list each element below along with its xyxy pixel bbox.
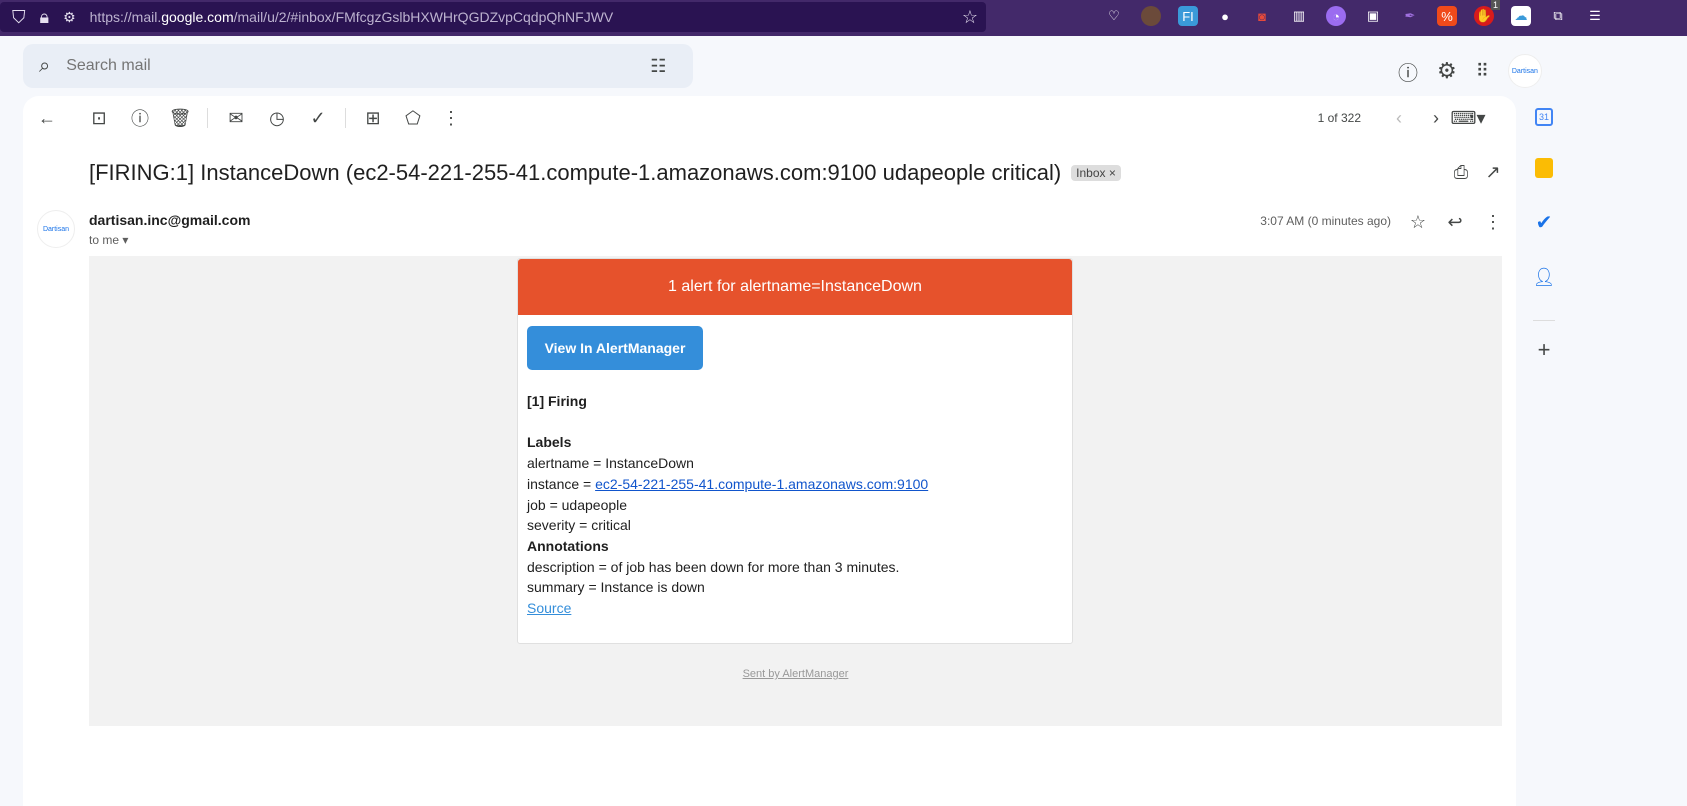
recipients-text: to me (89, 233, 120, 247)
email-body: 1 alert for alertname=InstanceDown View … (89, 256, 1502, 726)
add-addon-plus-icon[interactable]: + (1538, 337, 1551, 363)
extension-avatar-icon[interactable] (1141, 6, 1161, 26)
more-options-icon[interactable]: ⋮ (1481, 210, 1505, 234)
extension-feather-icon[interactable]: ✒ (1400, 6, 1420, 26)
extension-fence-icon[interactable]: ▥ (1289, 6, 1309, 26)
url-suffix: /mail/u/2/#inbox/FMfcgzGslbHXWHrQGDZvpCq… (233, 9, 614, 25)
bookmark-star-icon[interactable]: ☆ (962, 7, 978, 28)
instance-prefix: instance = (527, 475, 596, 492)
open-new-window-icon[interactable]: ↗ (1481, 160, 1505, 184)
sent-by-link[interactable]: Sent by AlertManager (89, 668, 1502, 680)
extension-fi-icon[interactable]: FI (1178, 6, 1198, 26)
move-to-folder-icon[interactable]: ⊞ (361, 106, 385, 130)
extension-percent-icon[interactable]: % (1437, 6, 1457, 26)
extension-window-icon[interactable]: ▣ (1363, 6, 1383, 26)
sender-email[interactable]: dartisan.inc@gmail.com (89, 212, 250, 228)
sender-avatar: Dartisan (37, 210, 75, 248)
url-text[interactable]: https://mail.google.com/mail/u/2/#inbox/… (90, 9, 614, 25)
extension-clock-icon[interactable]: ◔ (1326, 6, 1346, 26)
pagination-count: 1 of 322 (1317, 111, 1361, 125)
back-arrow-icon[interactable]: ← (35, 106, 59, 130)
source-link[interactable]: Source (527, 600, 571, 616)
inbox-label-badge: Inbox × (1071, 165, 1121, 181)
instance-link[interactable]: ec2-54-221-255-41.compute-1.amazonaws.co… (595, 476, 928, 492)
archive-icon[interactable]: ⊡ (87, 106, 111, 130)
label-text: Inbox (1076, 166, 1106, 180)
menu-hamburger-icon[interactable]: ☰ (1585, 6, 1605, 26)
sender-avatar-text: Dartisan (42, 225, 70, 233)
permissions-icon[interactable]: ⚙ (63, 9, 76, 26)
search-input[interactable] (66, 57, 607, 75)
email-subject: [FIRING:1] InstanceDown (ec2-54-221-255-… (89, 160, 1121, 186)
label-job: job = udapeople (527, 496, 628, 513)
extension-balls-icon[interactable]: ● (1215, 6, 1235, 26)
extensions-puzzle-icon[interactable]: ⧉ (1548, 6, 1568, 26)
snooze-clock-icon[interactable]: ◷ (265, 106, 289, 130)
divider (207, 108, 208, 128)
extensions-bar: ♡ FI ● ◙ ▥ ◔ ▣ ✒ % ✋ 1 ☁ ⧉ ☰ (1104, 0, 1605, 26)
contacts-icon[interactable]: 👤︎ (1533, 267, 1556, 288)
search-bar: ⌕ ☷ (23, 44, 693, 88)
more-vertical-icon[interactable]: ⋮ (439, 106, 463, 130)
mark-unread-mail-icon[interactable]: ✉ (224, 106, 248, 130)
remove-label-button[interactable]: × (1109, 166, 1116, 180)
search-icon[interactable]: ⌕ (39, 55, 50, 78)
add-task-icon[interactable]: ✓ (306, 106, 330, 130)
browser-toolbar: ⛉ 🔒︎ ⚙ https://mail.google.com/mail/u/2/… (0, 0, 1687, 36)
view-in-alertmanager-button[interactable]: View In AlertManager (527, 326, 703, 370)
alert-details: [1] Firing Labels alertname = InstanceDo… (527, 391, 928, 619)
calendar-day: 31 (1538, 112, 1549, 122)
side-panel: 31 ✔ 👤︎ + (1530, 108, 1558, 363)
annotations-heading: Annotations (527, 537, 609, 554)
annotation-description: description = of job has been down for m… (527, 558, 900, 575)
keep-icon[interactable] (1535, 158, 1553, 178)
extension-ublock-icon[interactable]: ✋ 1 (1474, 0, 1500, 26)
label-icon[interactable]: ⬠ (401, 106, 425, 130)
newer-chevron-left-icon[interactable]: ‹ (1387, 106, 1411, 130)
apps-grid-icon[interactable]: ⠿ (1476, 61, 1489, 82)
email-timestamp: 3:07 AM (0 minutes ago) (1260, 214, 1391, 228)
lock-icon[interactable]: 🔒︎ (40, 7, 50, 28)
icloud-icon[interactable]: ☁ (1511, 6, 1531, 26)
email-toolbar: ← ⊡ ⓘ 🗑︎ ✉ ◷ ✓ ⊞ ⬠ ⋮ 1 of 322 ‹ › ⌨▾ (23, 106, 1516, 130)
subject-text: [FIRING:1] InstanceDown (ec2-54-221-255-… (89, 160, 1062, 185)
label-severity: severity = critical (527, 517, 631, 534)
calendar-icon[interactable]: 31 (1535, 108, 1553, 126)
labels-heading: Labels (527, 434, 572, 451)
reply-icon[interactable]: ↩ (1443, 210, 1467, 234)
settings-gear-icon[interactable]: ⚙ (1437, 58, 1457, 84)
extension-camera-icon[interactable]: ◙ (1252, 6, 1272, 26)
alert-card: 1 alert for alertname=InstanceDown View … (517, 258, 1073, 644)
label-instance: instance = ec2-54-221-255-41.compute-1.a… (527, 474, 928, 495)
extension-badge: 1 (1490, 0, 1500, 10)
account-avatar[interactable]: Dartisan (1507, 54, 1542, 88)
url-domain: google.com (161, 9, 234, 25)
divider (1533, 320, 1555, 321)
input-tools-keyboard-icon[interactable]: ⌨▾ (1450, 106, 1486, 130)
star-icon[interactable]: ☆ (1406, 210, 1430, 234)
url-bar[interactable]: ⛉ 🔒︎ ⚙ https://mail.google.com/mail/u/2/… (0, 2, 986, 32)
avatar-logo-text: Dartisan (1511, 67, 1538, 75)
help-icon[interactable]: ⓘ (1398, 57, 1418, 86)
firing-heading: [1] Firing (527, 393, 587, 409)
pocket-icon[interactable]: ♡ (1104, 6, 1124, 26)
annotation-summary: summary = Instance is down (527, 579, 705, 596)
url-prefix: https://mail. (89, 9, 162, 25)
email-view: ← ⊡ ⓘ 🗑︎ ✉ ◷ ✓ ⊞ ⬠ ⋮ 1 of 322 ‹ › ⌨▾ [FI… (23, 96, 1516, 806)
account-controls: ⓘ ⚙ ⠿ Dartisan (1398, 54, 1542, 88)
recipients-toggle[interactable]: to me ▾ (89, 233, 128, 247)
report-spam-icon[interactable]: ⓘ (128, 106, 152, 130)
search-options-icon[interactable]: ☷ (650, 56, 666, 77)
older-chevron-right-icon[interactable]: › (1424, 106, 1448, 130)
delete-trash-icon[interactable]: 🗑︎ (168, 106, 192, 130)
tasks-icon[interactable]: ✔ (1536, 210, 1553, 235)
label-alertname: alertname = InstanceDown (527, 455, 694, 472)
alert-header: 1 alert for alertname=InstanceDown (518, 259, 1072, 315)
divider (345, 108, 346, 128)
print-icon[interactable]: ⎙ (1449, 160, 1473, 184)
shield-icon[interactable]: ⛉ (12, 7, 26, 28)
